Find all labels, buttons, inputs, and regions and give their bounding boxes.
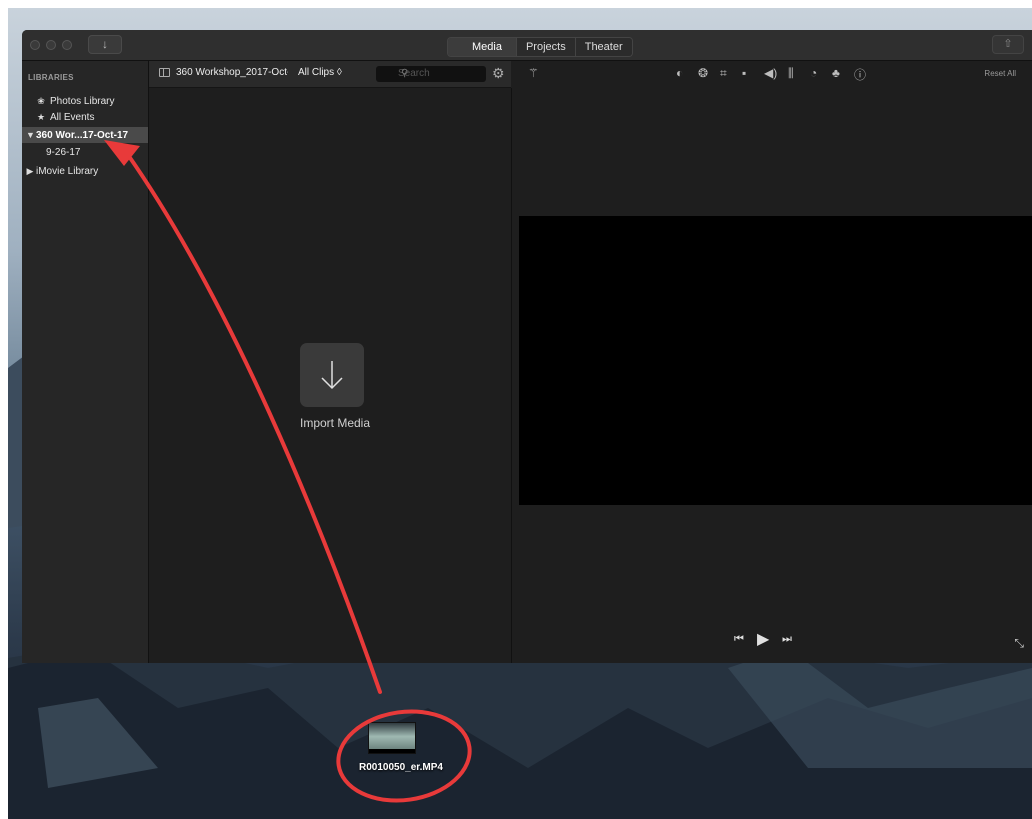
magic-wand-icon[interactable]: ⚚ <box>528 66 539 80</box>
disclosure-triangle-right-icon[interactable]: ▶ <box>26 163 34 179</box>
viewer: ⏮ ▶ ⏭ ⤡ <box>512 88 1032 663</box>
video-preview <box>519 216 1032 505</box>
adjustments-toolbar: ⚚ ◐ ❂ ⌗ ▪ ◀︎) ⫼ ◔ ♣ ⓘ Reset All <box>512 61 1032 87</box>
sidebar-item-label: Photos Library <box>50 96 115 107</box>
gear-icon[interactable]: ⚙ <box>492 65 505 82</box>
sidebar-item-imovie-library[interactable]: ▶ iMovie Library <box>22 163 148 179</box>
libraries-sidebar: LIBRARIES ❀ Photos Library ★ All Events ▼3… <box>22 61 149 663</box>
play-icon[interactable]: ▶ <box>757 629 769 649</box>
fullscreen-icon[interactable]: ⤡ <box>1014 636 1024 651</box>
skip-forward-icon[interactable]: ⏭ <box>782 633 792 646</box>
media-browser: Import Media <box>149 88 512 663</box>
zoom-window-button[interactable] <box>62 40 72 50</box>
down-arrow-icon <box>321 361 343 390</box>
filters-icon[interactable]: ♣ <box>832 66 840 80</box>
equalizer-icon[interactable]: ⫼ <box>788 66 794 81</box>
sidebar-item-label: iMovie Library <box>36 166 99 177</box>
event-title: 360 Workshop_2017-Oct-1 <box>176 67 288 78</box>
close-window-button[interactable] <box>30 40 40 50</box>
title-bar: ↓ Media Projects Theater ⇧ <box>22 30 1032 61</box>
tab-projects[interactable]: Projects <box>515 38 575 56</box>
crop-icon[interactable]: ⌗ <box>720 66 727 81</box>
import-button[interactable]: ↓ <box>88 35 122 54</box>
import-media-button[interactable] <box>300 343 364 407</box>
clip-filter-select[interactable]: All Clips ◊ <box>298 67 342 78</box>
sidebar-toggle-icon[interactable] <box>159 68 170 77</box>
view-switcher: Media Projects Theater <box>447 37 633 57</box>
sidebar-item-label: 360 Wor...17-Oct-17 <box>36 130 129 141</box>
stabilization-icon[interactable]: ▪ <box>742 66 746 80</box>
libraries-header: LIBRARIES <box>28 73 74 82</box>
search-input[interactable]: ⚲ Search <box>376 66 486 82</box>
skip-back-icon[interactable]: ⏮ <box>734 633 744 646</box>
star-icon: ★ <box>36 112 46 122</box>
import-media-label: Import Media <box>299 416 371 430</box>
color-balance-icon[interactable]: ◐ <box>676 66 683 80</box>
tab-theater[interactable]: Theater <box>574 38 632 56</box>
share-button[interactable]: ⇧ <box>992 35 1024 54</box>
browser-toolbar: 360 Workshop_2017-Oct-1 All Clips ◊ ⚲ Se… <box>149 61 511 88</box>
minimize-window-button[interactable] <box>46 40 56 50</box>
down-arrow-icon: ↓ <box>102 37 108 51</box>
sidebar-item-photos-library[interactable]: ❀ Photos Library <box>22 93 148 109</box>
sidebar-item-label: All Events <box>50 112 95 123</box>
imovie-window: ↓ Media Projects Theater ⇧ LIBRARIES ❀ Ph… <box>22 30 1032 663</box>
sidebar-item-all-events[interactable]: ★ All Events <box>22 109 148 125</box>
share-icon: ⇧ <box>1003 38 1013 50</box>
photos-icon: ❀ <box>37 96 45 106</box>
video-thumbnail <box>368 722 416 754</box>
reset-all-button[interactable]: Reset All <box>984 69 1016 78</box>
speed-icon[interactable]: ◔ <box>810 66 817 80</box>
desktop-video-file[interactable]: R0010050_er.MP4 <box>359 722 460 782</box>
color-correction-icon[interactable]: ❂ <box>698 66 708 80</box>
sidebar-item-label: 9-26-17 <box>46 147 81 158</box>
search-icon: ⚲ <box>401 68 409 79</box>
volume-icon[interactable]: ◀︎) <box>764 66 777 80</box>
info-icon[interactable]: ⓘ <box>854 66 866 83</box>
sidebar-item-event-9-26-17[interactable]: 9-26-17 <box>22 145 148 161</box>
tab-media[interactable]: Media <box>448 38 516 56</box>
file-name-label: R0010050_er.MP4 <box>359 762 443 773</box>
disclosure-triangle-down-icon[interactable]: ▼ <box>26 127 35 143</box>
sidebar-item-360-workshop[interactable]: ▼360 Wor...17-Oct-17 <box>22 127 148 143</box>
